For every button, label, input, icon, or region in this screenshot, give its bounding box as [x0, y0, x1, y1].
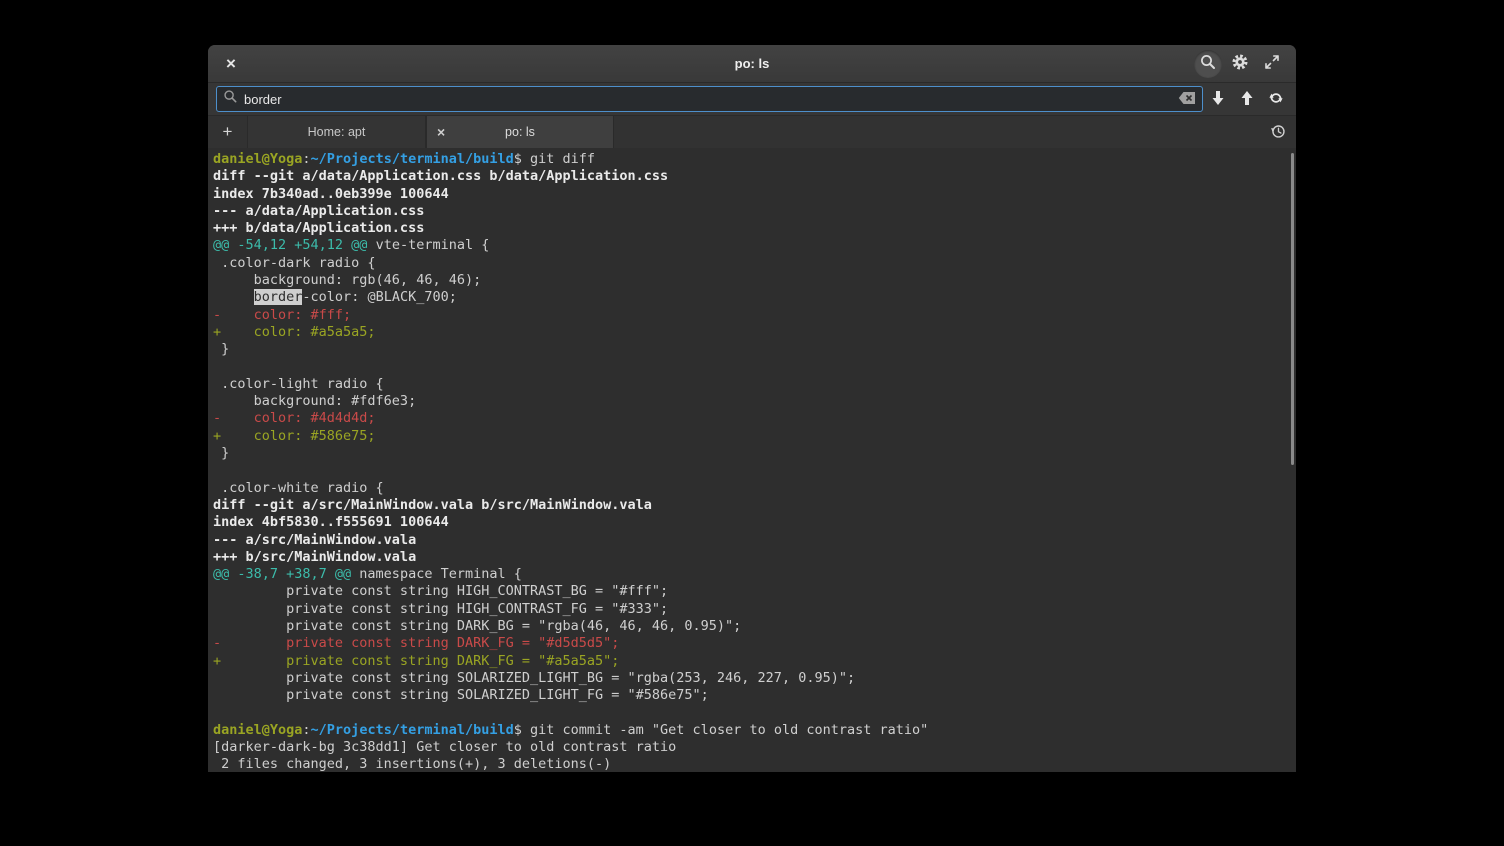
- titlebar: × po: ls: [208, 45, 1296, 83]
- search-entry[interactable]: [216, 86, 1203, 112]
- terminal-line: }: [213, 445, 1296, 462]
- search-bar: [208, 83, 1296, 116]
- tab-label: po: ls: [505, 125, 535, 139]
- tab-bar: + Home: apt × po: ls: [208, 116, 1296, 148]
- search-wrap-around-button[interactable]: [1261, 85, 1290, 113]
- terminal-line: border-color: @BLACK_700;: [213, 289, 1296, 306]
- scrollbar[interactable]: [1291, 153, 1294, 465]
- terminal-line: [213, 359, 1296, 376]
- gear-icon: [1231, 53, 1249, 74]
- resize-icon: [1264, 54, 1280, 73]
- arrow-down-icon: [1211, 90, 1225, 109]
- terminal-line: [213, 462, 1296, 479]
- arrow-up-icon: [1240, 90, 1254, 109]
- fullscreen-button[interactable]: [1258, 50, 1286, 78]
- search-toggle-button[interactable]: [1194, 50, 1222, 78]
- terminal-line: private const string HIGH_CONTRAST_FG = …: [213, 601, 1296, 618]
- tab-home-apt[interactable]: Home: apt: [248, 116, 426, 148]
- terminal-window: × po: ls: [208, 45, 1296, 772]
- terminal-line: @@ -54,12 +54,12 @@ vte-terminal {: [213, 237, 1296, 254]
- terminal-line: .color-dark radio {: [213, 255, 1296, 272]
- tab-close-button[interactable]: ×: [437, 125, 445, 139]
- terminal-line: 2 files changed, 3 insertions(+), 3 dele…: [213, 756, 1296, 771]
- terminal-lines: daniel@Yoga:~/Projects/terminal/build$ g…: [213, 151, 1296, 771]
- terminal-line: +++ b/data/Application.css: [213, 220, 1296, 237]
- terminal-line: - private const string DARK_FG = "#d5d5d…: [213, 635, 1296, 652]
- search-next-button[interactable]: [1203, 85, 1232, 113]
- terminal-output[interactable]: daniel@Yoga:~/Projects/terminal/build$ g…: [208, 148, 1296, 771]
- tab-label: Home: apt: [308, 125, 366, 139]
- tab-po-ls[interactable]: × po: ls: [426, 116, 614, 148]
- terminal-line: background: #fdf6e3;: [213, 393, 1296, 410]
- terminal-line: - color: #4d4d4d;: [213, 410, 1296, 427]
- titlebar-actions: [1194, 50, 1286, 78]
- terminal-line: - color: #fff;: [213, 307, 1296, 324]
- settings-button[interactable]: [1226, 50, 1254, 78]
- search-icon: [223, 89, 238, 109]
- terminal-line: --- a/data/Application.css: [213, 203, 1296, 220]
- terminal-line: diff --git a/data/Application.css b/data…: [213, 168, 1296, 185]
- terminal-line: index 7b340ad..0eb399e 100644: [213, 186, 1296, 203]
- wrap-around-icon: [1268, 90, 1284, 109]
- search-previous-button[interactable]: [1232, 85, 1261, 113]
- desktop-background: × po: ls: [0, 0, 1504, 846]
- search-input[interactable]: [244, 92, 1172, 107]
- terminal-line: --- a/src/MainWindow.vala: [213, 532, 1296, 549]
- terminal-line: + color: #586e75;: [213, 428, 1296, 445]
- terminal-line: diff --git a/src/MainWindow.vala b/src/M…: [213, 497, 1296, 514]
- terminal-line: private const string SOLARIZED_LIGHT_BG …: [213, 670, 1296, 687]
- terminal-line: private const string HIGH_CONTRAST_BG = …: [213, 583, 1296, 600]
- backspace-icon: [1178, 91, 1196, 108]
- terminal-line: .color-light radio {: [213, 376, 1296, 393]
- terminal-line: private const string SOLARIZED_LIGHT_FG …: [213, 687, 1296, 704]
- search-icon: [1199, 53, 1217, 74]
- terminal-line: daniel@Yoga:~/Projects/terminal/build$ g…: [213, 722, 1296, 739]
- tab-bar-spacer: [614, 116, 1260, 148]
- terminal-line: + private const string DARK_FG = "#a5a5a…: [213, 653, 1296, 670]
- restore-closed-tab-button[interactable]: [1260, 116, 1296, 148]
- terminal-line: [213, 705, 1296, 722]
- window-close-button[interactable]: ×: [218, 51, 244, 77]
- terminal-line: index 4bf5830..f555691 100644: [213, 514, 1296, 531]
- terminal-line: private const string DARK_BG = "rgba(46,…: [213, 618, 1296, 635]
- terminal-line: [darker-dark-bg 3c38dd1] Get closer to o…: [213, 739, 1296, 756]
- new-tab-button[interactable]: +: [208, 116, 248, 148]
- terminal-line: }: [213, 341, 1296, 358]
- window-title: po: ls: [208, 56, 1296, 71]
- terminal-line: +++ b/src/MainWindow.vala: [213, 549, 1296, 566]
- clear-search-button[interactable]: [1178, 91, 1196, 108]
- terminal-line: + color: #a5a5a5;: [213, 324, 1296, 341]
- terminal-line: @@ -38,7 +38,7 @@ namespace Terminal {: [213, 566, 1296, 583]
- terminal-line: .color-white radio {: [213, 480, 1296, 497]
- terminal-line: background: rgb(46, 46, 46);: [213, 272, 1296, 289]
- history-icon: [1269, 122, 1287, 143]
- terminal-line: daniel@Yoga:~/Projects/terminal/build$ g…: [213, 151, 1296, 168]
